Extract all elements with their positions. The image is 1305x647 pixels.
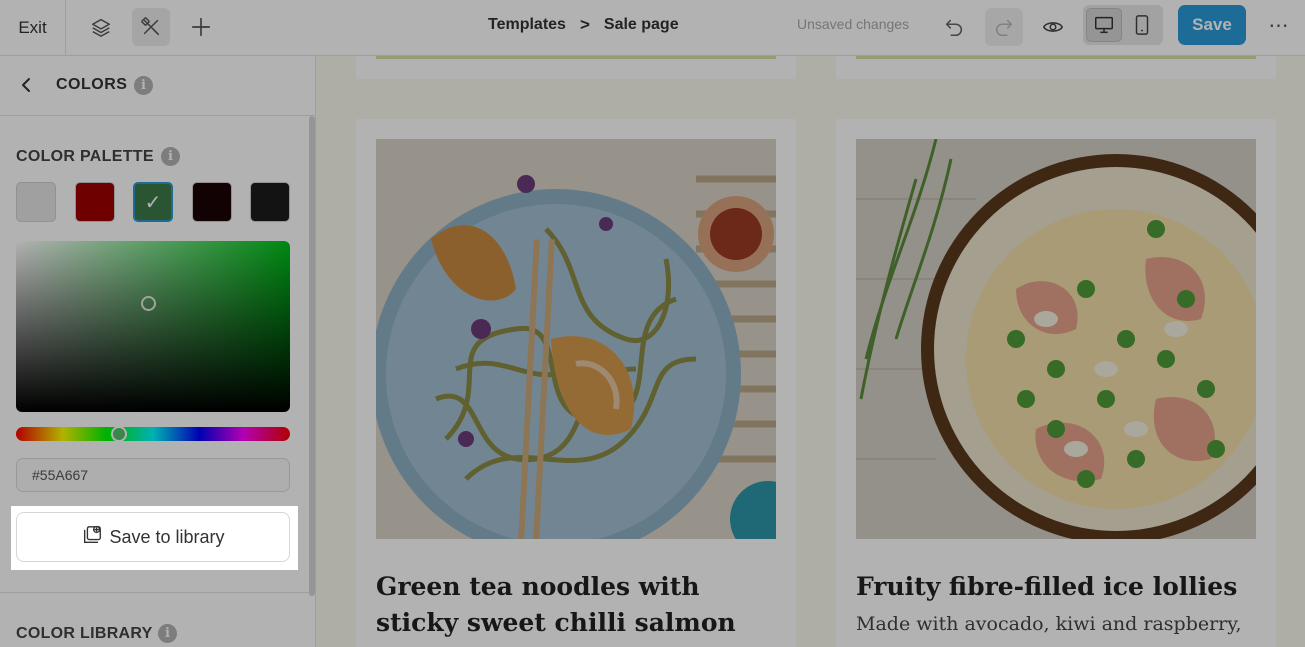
recipe-card[interactable]: Fruity fibre-filled ice lollies Made wit…	[836, 119, 1276, 647]
device-toggle	[1083, 5, 1163, 45]
mobile-view-button[interactable]	[1124, 8, 1160, 42]
preview-button[interactable]	[1034, 8, 1072, 46]
panel-title: COLORS	[56, 76, 128, 93]
recipe-description: Made with avocado, kiwi and raspberry,	[856, 613, 1242, 635]
breadcrumb-separator: >	[579, 15, 590, 34]
picker-handle[interactable]	[141, 296, 156, 311]
recipe-title[interactable]: Green tea noodles with sticky sweet chil…	[376, 569, 776, 641]
redo-button[interactable]	[985, 8, 1023, 46]
card-top-left[interactable]	[356, 56, 796, 79]
colors-panel: COLORS i COLOR PALETTE i ✓ Save to libra…	[0, 56, 316, 647]
chevron-left-icon	[22, 78, 30, 92]
panel-header: COLORS i	[0, 56, 315, 116]
color-palette-title: COLOR PALETTE	[16, 148, 154, 165]
check-icon: ✓	[144, 191, 162, 214]
redo-icon	[995, 19, 1013, 37]
layers-button[interactable]	[82, 8, 120, 46]
saturation-picker[interactable]	[16, 241, 290, 412]
section-divider	[0, 592, 315, 593]
layers-icon	[92, 18, 110, 37]
card-accent-line	[856, 56, 1256, 59]
eye-icon	[1042, 22, 1064, 32]
breadcrumb-current-page: Sale page	[603, 16, 679, 33]
palette-swatch[interactable]	[75, 182, 115, 222]
hue-slider-handle[interactable]	[111, 426, 127, 442]
palette-swatch[interactable]	[192, 182, 232, 222]
panel-scrollbar[interactable]	[309, 116, 315, 596]
colors-info-icon[interactable]: i	[134, 76, 153, 95]
recipe-image-noodles[interactable]	[376, 139, 776, 539]
tools-button[interactable]	[132, 8, 170, 46]
desktop-view-button[interactable]	[1086, 8, 1122, 42]
save-to-library-label: Save to library	[109, 526, 225, 547]
breadcrumb: Templates > Sale page	[488, 0, 679, 50]
desktop-icon	[1095, 16, 1113, 34]
recipe-image-salad[interactable]	[856, 139, 1256, 539]
undo-button[interactable]	[935, 8, 973, 46]
more-options-icon[interactable]: ⋯	[1265, 11, 1293, 39]
hue-slider[interactable]	[16, 426, 290, 442]
card-top-right[interactable]	[836, 56, 1276, 79]
undo-icon	[945, 19, 963, 37]
mobile-icon	[1135, 15, 1149, 35]
palette-swatch-selected[interactable]: ✓	[133, 182, 173, 222]
color-library-title: COLOR LIBRARY	[16, 625, 153, 642]
save-to-library-button[interactable]: Save to library	[16, 512, 290, 562]
plus-icon	[191, 17, 211, 37]
add-button[interactable]	[182, 8, 220, 46]
tools-icon	[141, 17, 160, 36]
library-info-icon[interactable]: i	[158, 624, 177, 643]
recipe-title[interactable]: Fruity fibre-filled ice lollies	[856, 569, 1256, 605]
recipe-card[interactable]: Green tea noodles with sticky sweet chil…	[356, 119, 796, 647]
unsaved-status: Unsaved changes	[797, 16, 910, 32]
breadcrumb-templates[interactable]: Templates	[488, 16, 566, 34]
palette-swatch[interactable]	[250, 182, 290, 222]
card-accent-line	[376, 56, 776, 59]
palette-swatch[interactable]	[16, 182, 56, 222]
save-button[interactable]: Save	[1178, 5, 1246, 45]
page-canvas: Green tea noodles with sticky sweet chil…	[316, 56, 1305, 647]
palette-info-icon[interactable]: i	[161, 147, 180, 166]
hex-color-input[interactable]	[16, 458, 290, 492]
add-to-library-icon	[84, 525, 102, 544]
top-toolbar: Exit Templates > Sale page Unsaved chang…	[0, 0, 1305, 56]
back-button[interactable]	[16, 74, 38, 96]
exit-button[interactable]: Exit	[0, 0, 66, 56]
